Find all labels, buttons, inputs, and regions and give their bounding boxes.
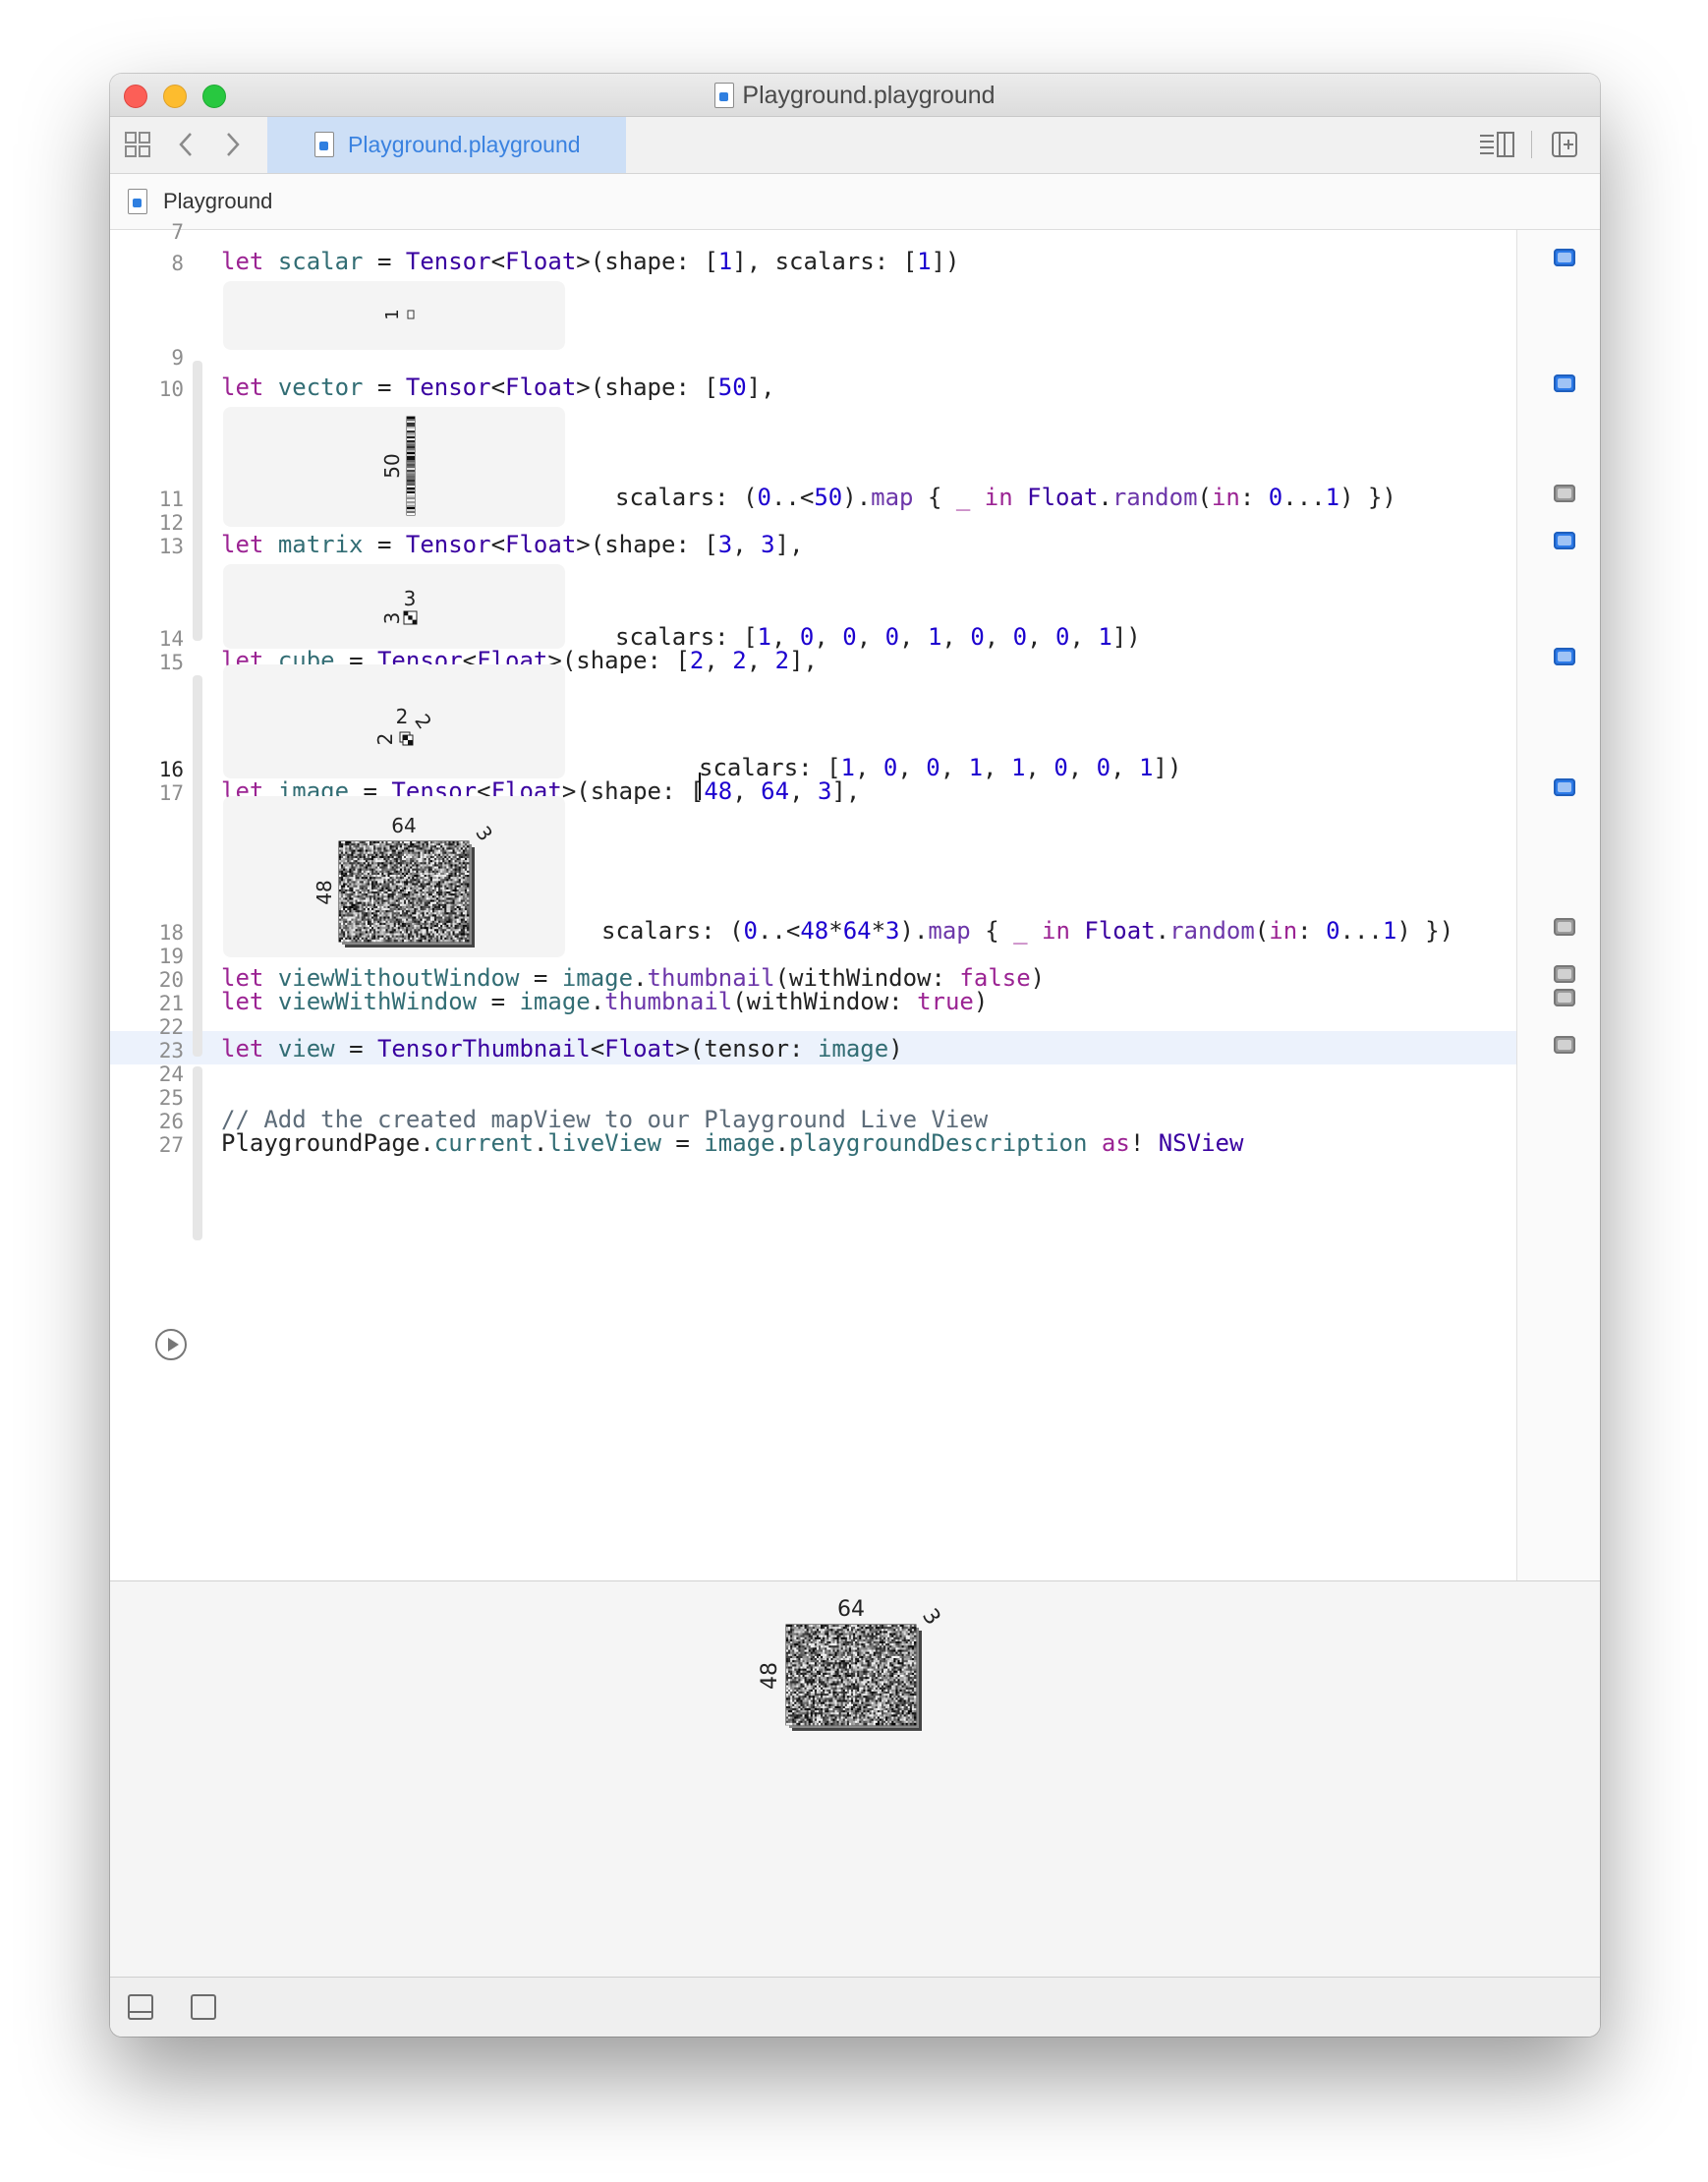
quick-look-button[interactable] (1554, 532, 1575, 549)
code-line[interactable]: scalars: (0..<48*64*3).map { _ in Float.… (601, 917, 1453, 945)
code-line[interactable]: PlaygroundPage.current.liveView = image.… (221, 1129, 1243, 1157)
tab-playground[interactable]: Playground.playground (267, 117, 626, 173)
result-vector[interactable]: 50 (223, 407, 565, 527)
playground-file-icon (714, 83, 735, 108)
line-number: 27 (158, 1133, 184, 1157)
tensor-thumbnail-matrix: 3 3 (380, 587, 418, 625)
tensor-thumbnail-cube: 2 2 2 (373, 705, 436, 746)
result-scalar[interactable]: 1 (223, 281, 565, 350)
dim-label: 50 (380, 453, 404, 478)
code-line[interactable]: let viewWithWindow = image.thumbnail(wit… (221, 988, 988, 1015)
line-number: 12 (158, 511, 184, 535)
dim-label: 3 (917, 1604, 945, 1630)
result-cube[interactable]: 2 2 2 (223, 664, 565, 778)
dim-label: 2 (396, 705, 409, 728)
dim-label: 48 (313, 880, 336, 904)
dim-label: 64 (837, 1597, 865, 1622)
line-number: 17 (158, 781, 184, 805)
quick-look-button[interactable] (1554, 1036, 1575, 1054)
jump-bar: Playground (110, 174, 1600, 230)
chevron-left-icon[interactable] (177, 131, 197, 158)
quick-look-button[interactable] (1554, 485, 1575, 502)
toolbar-divider (1531, 131, 1532, 158)
quick-look-button[interactable] (1554, 648, 1575, 665)
quick-look-button[interactable] (1554, 778, 1575, 796)
noise-pixels (786, 1625, 917, 1726)
line-number: 13 (158, 535, 184, 558)
dim-label: 64 (391, 814, 416, 837)
quick-look-button[interactable] (1554, 989, 1575, 1006)
code-line[interactable]: scalars: (0..<50).map { _ in Float.rando… (615, 484, 1396, 511)
line-number: 15 (158, 651, 184, 674)
code-line[interactable]: let view = TensorThumbnail<Float>(tensor… (221, 1035, 903, 1062)
line-number: 7 (171, 220, 184, 244)
line-number: 25 (158, 1086, 184, 1110)
line-number: 18 (158, 921, 184, 945)
line-number: 11 (158, 488, 184, 511)
result-matrix[interactable]: 3 3 (223, 564, 565, 649)
source-editor[interactable]: 7 8 9 10 11 12 13 14 15 16 17 18 19 20 2… (110, 220, 1516, 1580)
window-title-text: Playground.playground (742, 82, 996, 109)
quick-look-button[interactable] (1554, 249, 1575, 266)
tensor-thumbnail-vector: 50 (380, 416, 416, 516)
dim-label: 3 (471, 822, 497, 845)
line-number: 16 (158, 758, 184, 781)
dim-label: 3 (380, 612, 404, 625)
code-line[interactable]: let scalar = Tensor<Float>(shape: [1], s… (221, 248, 959, 275)
result-image[interactable]: 64 48 3 (223, 796, 565, 957)
playground-file-icon (128, 189, 147, 214)
window-title: Playground.playground (110, 82, 1600, 110)
grid-icon[interactable] (124, 131, 151, 158)
tensor-thumbnail-image: 64 48 3 (313, 814, 497, 947)
line-number: 23 (158, 1039, 184, 1062)
tab-label: Playground.playground (348, 132, 581, 157)
dim-label: 3 (404, 587, 417, 610)
dim-label: 1 (382, 309, 403, 319)
debug-bar (110, 1977, 1600, 2037)
square-icon[interactable] (191, 1994, 216, 2020)
gutter-marker (193, 675, 202, 1057)
text-caret (699, 773, 701, 800)
add-editor-icon[interactable] (1551, 131, 1578, 158)
vector-strip (406, 416, 416, 516)
line-number: 8 (171, 252, 184, 275)
live-view[interactable]: 64 48 3 (110, 1580, 1600, 1977)
quick-look-button[interactable] (1554, 965, 1575, 983)
tensor-thumbnail-scalar: 1 (382, 309, 415, 320)
line-number: 9 (171, 346, 184, 370)
noise-pixels (339, 841, 470, 943)
line-number: 22 (158, 1015, 184, 1039)
tab-bar: Playground.playground (110, 117, 1600, 174)
gutter-marker (193, 1066, 202, 1240)
gutter-marker (193, 518, 202, 641)
editor-layout-icon[interactable] (1478, 131, 1515, 158)
results-sidebar (1516, 230, 1600, 1580)
line-number: 14 (158, 627, 184, 651)
playground-file-icon (314, 132, 334, 157)
playground-window: Playground.playground Playground.playgro… (110, 74, 1600, 2037)
play-icon[interactable] (155, 1329, 187, 1360)
line-number: 20 (158, 968, 184, 992)
quick-look-button[interactable] (1554, 918, 1575, 936)
line-number: 19 (158, 945, 184, 968)
debug-area-icon[interactable] (128, 1994, 153, 2020)
dim-label: 48 (758, 1662, 782, 1690)
dim-label: 2 (410, 710, 436, 733)
code-line[interactable]: let vector = Tensor<Float>(shape: [50], (221, 373, 775, 401)
code-line[interactable]: let matrix = Tensor<Float>(shape: [3, 3]… (221, 531, 804, 558)
quick-look-button[interactable] (1554, 374, 1575, 392)
live-tensor-thumbnail: 64 48 3 (758, 1597, 945, 1731)
line-number: 24 (158, 1062, 184, 1086)
line-number: 26 (158, 1110, 184, 1133)
line-number: 10 (158, 377, 184, 401)
dim-label: 2 (373, 733, 397, 746)
line-number: 21 (158, 992, 184, 1015)
title-bar: Playground.playground (110, 74, 1600, 117)
chevron-right-icon[interactable] (222, 131, 242, 158)
breadcrumb[interactable]: Playground (163, 189, 272, 214)
